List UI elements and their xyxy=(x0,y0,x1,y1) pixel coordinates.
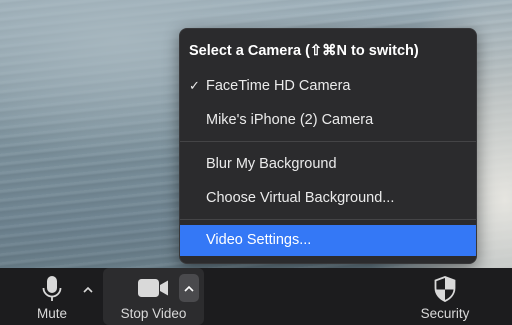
video-options-button[interactable] xyxy=(179,274,199,302)
menu-item-video-settings[interactable]: Video Settings... xyxy=(180,225,476,256)
menu-title: Select a Camera (⇧⌘N to switch) xyxy=(189,43,419,59)
menu-item-label: Choose Virtual Background... xyxy=(206,190,395,206)
security-label: Security xyxy=(420,306,470,321)
mute-button[interactable]: Mute xyxy=(28,268,76,325)
menu-item-virtual-background[interactable]: Choose Virtual Background... xyxy=(180,183,476,213)
menu-item-blur-background[interactable]: Blur My Background xyxy=(180,149,476,179)
stop-video-label: Stop Video xyxy=(120,306,187,321)
menu-item-iphone-camera[interactable]: Mike's iPhone (2) Camera xyxy=(180,105,476,135)
mute-label: Mute xyxy=(36,306,67,321)
camera-menu: Select a Camera (⇧⌘N to switch) ✓ FaceTi… xyxy=(179,28,477,264)
menu-item-label: Blur My Background xyxy=(206,156,337,172)
meeting-toolbar: Mute Stop Video Security xyxy=(0,268,512,325)
menu-item-label: Video Settings... xyxy=(206,232,312,248)
menu-item-label: Mike's iPhone (2) Camera xyxy=(206,112,374,128)
audio-options-button[interactable] xyxy=(78,276,98,304)
menu-separator xyxy=(180,219,476,220)
shield-icon xyxy=(434,276,456,302)
chevron-up-icon xyxy=(83,286,93,293)
menu-separator xyxy=(180,141,476,142)
menu-item-facetime-camera[interactable]: ✓ FaceTime HD Camera xyxy=(180,71,476,101)
checkmark-icon: ✓ xyxy=(189,78,200,93)
menu-item-label: FaceTime HD Camera xyxy=(206,78,351,94)
microphone-icon xyxy=(42,276,62,301)
video-camera-icon xyxy=(138,279,168,297)
security-button[interactable]: Security xyxy=(412,268,478,325)
chevron-up-icon xyxy=(184,285,194,292)
